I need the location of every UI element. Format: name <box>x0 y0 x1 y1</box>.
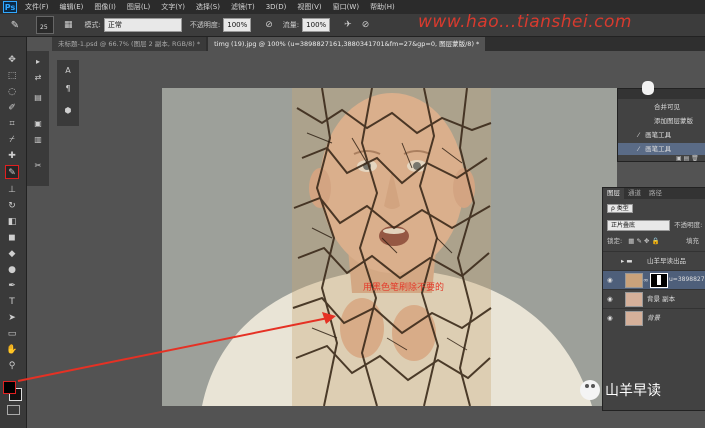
brand-name: 山羊早读 <box>605 383 661 399</box>
layer-name: 山羊早读出品 <box>647 257 686 265</box>
annotation-arrow <box>17 312 336 382</box>
history-header <box>618 89 705 99</box>
layer-row-background[interactable]: ◉ 背景 <box>603 308 705 327</box>
visibility-eye-icon[interactable]: ◉ <box>607 309 613 327</box>
history-item[interactable]: 合并可见 <box>618 101 705 113</box>
history-item[interactable]: ⁄ 画笔工具 <box>618 129 705 141</box>
layer-name: 背景 副本 <box>647 295 676 303</box>
history-item-selected[interactable]: ⁄ 画笔工具 <box>618 143 705 155</box>
layer-row-background-copy[interactable]: ◉ 背景 副本 <box>603 289 705 308</box>
layer-name: 背景 <box>647 314 660 322</box>
brush-history-icon: ⁄ <box>638 131 640 139</box>
blend-mode-select[interactable]: 正片叠底 <box>607 220 670 231</box>
layer-row-masked[interactable]: ◉ ∞ u=3898827 <box>603 270 705 289</box>
layers-panel: 图层 通道 路径 ρ 类型 正片叠底 不透明度: 锁定: ▦ ✎ ✥ 🔒 填充 … <box>602 187 705 411</box>
history-item-label: 画笔工具 <box>645 145 672 153</box>
lock-icons[interactable]: ▦ ✎ ✥ 🔒 <box>628 237 659 245</box>
fill-label: 填充 <box>686 237 699 245</box>
tab-channels[interactable]: 通道 <box>624 188 645 199</box>
layer-thumbnail <box>625 273 643 288</box>
history-footer-icons: ▣ ▤ 🗑 <box>676 155 699 162</box>
layer-name: u=3898827 <box>669 276 705 283</box>
history-item[interactable]: 添加图层蒙版 <box>618 115 705 127</box>
layer-thumbnail <box>625 292 643 307</box>
visibility-eye-icon[interactable]: ◉ <box>607 290 613 308</box>
layer-row-group[interactable]: ▸ ▬ 山羊早读出品 <box>603 251 705 270</box>
layer-mask-thumbnail[interactable] <box>650 273 668 288</box>
history-item-label: 画笔工具 <box>645 131 672 139</box>
history-panel: 合并可见 添加图层蒙版 ⁄ 画笔工具 ⁄ 画笔工具 ▣ ▤ 🗑 <box>617 81 705 162</box>
tab-layers[interactable]: 图层 <box>603 188 624 199</box>
wechat-icon <box>580 380 600 400</box>
layer-filter-row: ρ 类型 <box>607 203 703 214</box>
layer-filter-select[interactable]: ρ 类型 <box>607 204 633 213</box>
lock-row: 锁定: ▦ ✎ ✥ 🔒 填充 <box>607 235 705 246</box>
layer-opacity-label: 不透明度: <box>674 221 703 229</box>
history-snapshot-icon <box>642 81 654 95</box>
history-item-label: 合并可见 <box>654 103 680 111</box>
history-item-label: 添加图层蒙版 <box>654 117 693 125</box>
layers-panel-tabs: 图层 通道 路径 <box>603 188 705 199</box>
tab-paths[interactable]: 路径 <box>645 188 666 199</box>
brush-history-icon: ⁄ <box>638 145 640 153</box>
layer-thumbnail <box>625 311 643 326</box>
visibility-eye-icon[interactable] <box>607 252 615 270</box>
folder-icon: ▸ ▬ <box>621 257 633 265</box>
blend-row: 正片叠底 不透明度: <box>607 219 705 231</box>
visibility-eye-icon[interactable]: ◉ <box>607 271 613 289</box>
lock-label: 锁定: <box>607 237 623 245</box>
chain-link-icon[interactable]: ∞ <box>643 271 648 289</box>
brand-badge: 山羊早读 <box>580 380 661 400</box>
